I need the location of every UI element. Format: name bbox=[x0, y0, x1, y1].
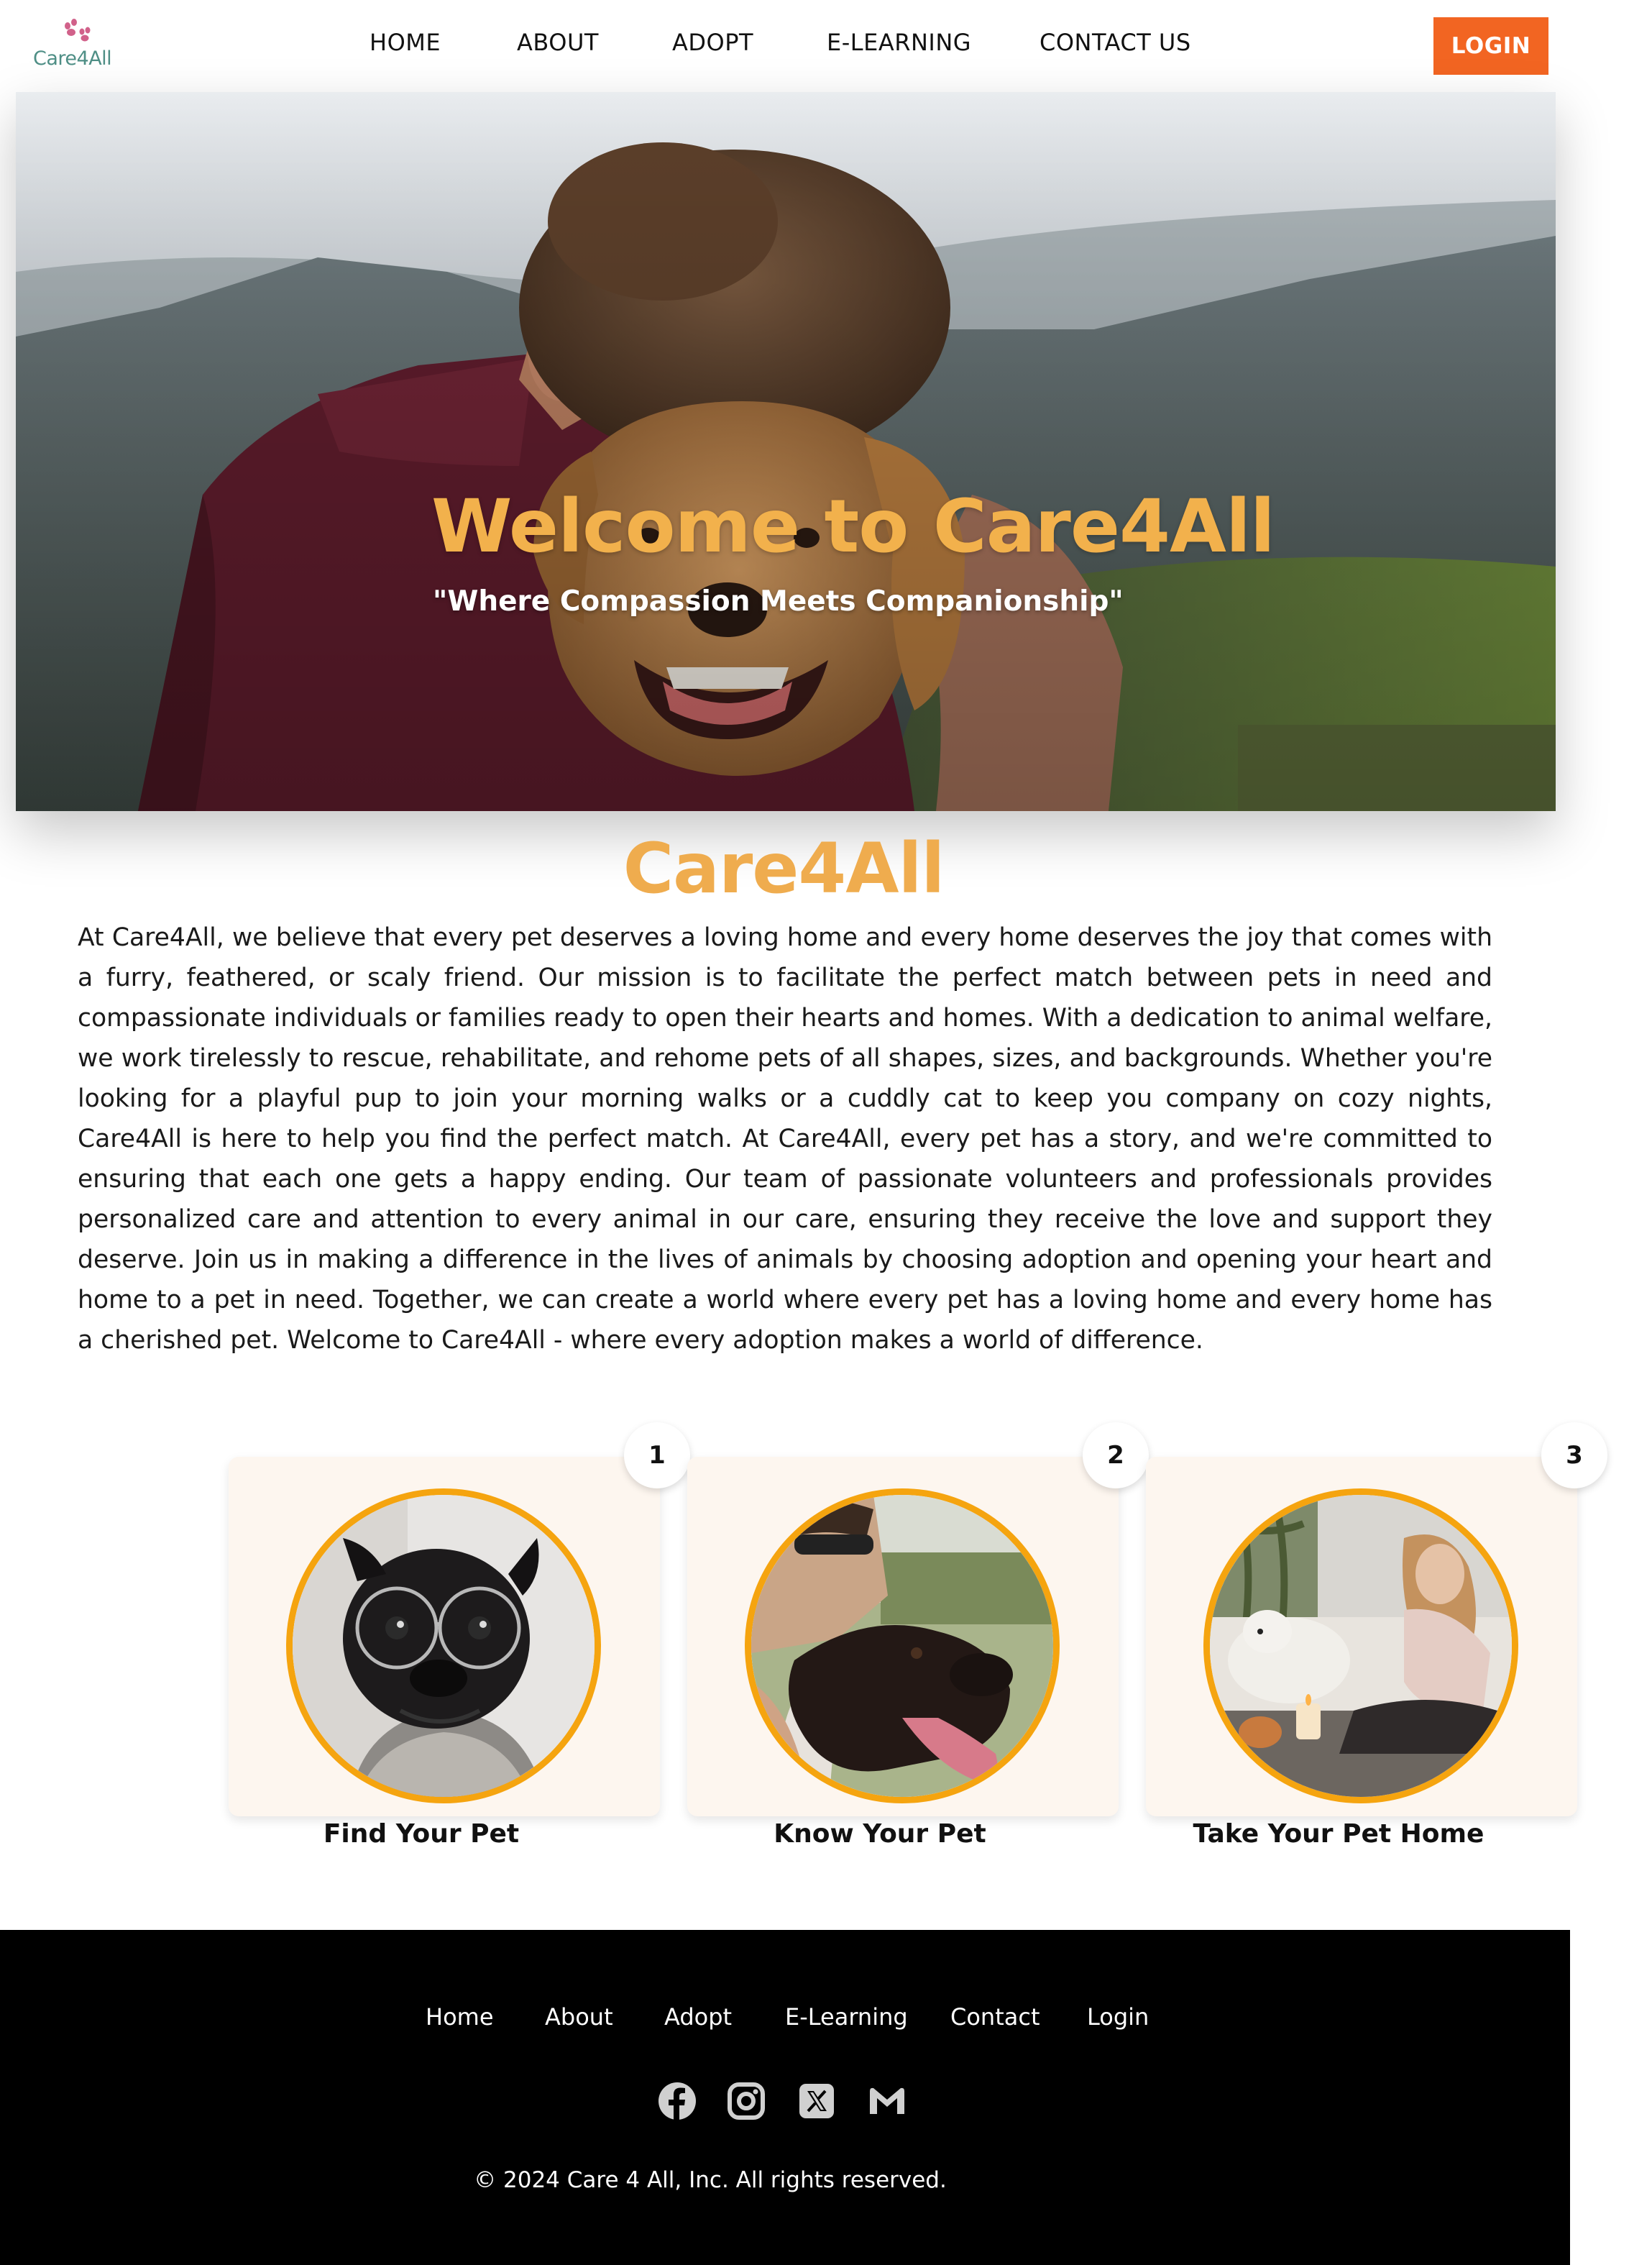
step-label-take-pet-home: Take Your Pet Home bbox=[1193, 1819, 1484, 1849]
nav-about[interactable]: ABOUT bbox=[517, 29, 599, 56]
footer-link-login[interactable]: Login bbox=[1087, 2003, 1149, 2031]
gmail-icon[interactable] bbox=[867, 2081, 907, 2121]
pet-home-image bbox=[1210, 1495, 1512, 1797]
footer-link-about[interactable]: About bbox=[545, 2003, 613, 2031]
step-image-labrador bbox=[745, 1488, 1060, 1803]
step-label-find-pet: Find Your Pet bbox=[323, 1819, 520, 1849]
hero-banner: Welcome to Care4All "Where Compassion Me… bbox=[16, 92, 1556, 811]
step-number-2: 2 bbox=[1083, 1422, 1149, 1488]
x-twitter-icon[interactable] bbox=[797, 2081, 837, 2121]
logo-text: Care4All bbox=[33, 47, 112, 70]
about-paragraph: At Care4All, we believe that every pet d… bbox=[78, 923, 1492, 1355]
step-image-pug bbox=[286, 1488, 601, 1803]
step-card-know-pet[interactable]: 2 bbox=[687, 1422, 1149, 1816]
step-card-find-pet[interactable]: 1 bbox=[229, 1422, 690, 1816]
step-image-pet-home bbox=[1203, 1488, 1518, 1803]
facebook-icon[interactable] bbox=[657, 2081, 697, 2121]
hero-subtitle: "Where Compassion Meets Companionship" bbox=[433, 585, 1124, 618]
nav-home[interactable]: HOME bbox=[370, 29, 441, 56]
about-title: Care4All bbox=[623, 828, 945, 909]
pug-image bbox=[293, 1495, 595, 1797]
nav-e-learning[interactable]: E-LEARNING bbox=[827, 29, 971, 56]
footer-link-adopt[interactable]: Adopt bbox=[664, 2003, 732, 2031]
footer-link-contact[interactable]: Contact bbox=[950, 2003, 1040, 2031]
footer-link-e-learning[interactable]: E-Learning bbox=[785, 2003, 908, 2031]
site-logo[interactable]: Care4All bbox=[33, 19, 119, 70]
step-number-1: 1 bbox=[624, 1422, 690, 1488]
step-label-know-pet: Know Your Pet bbox=[774, 1819, 986, 1849]
copyright-text: © 2024 Care 4 All, Inc. All rights reser… bbox=[474, 2167, 947, 2193]
login-button[interactable]: LOGIN bbox=[1433, 17, 1548, 75]
nav-contact-us[interactable]: CONTACT US bbox=[1040, 29, 1191, 56]
step-number-3: 3 bbox=[1541, 1422, 1607, 1488]
step-card-take-pet-home[interactable]: 3 bbox=[1146, 1422, 1607, 1816]
footer-link-home[interactable]: Home bbox=[426, 2003, 494, 2031]
paw-icon bbox=[65, 19, 91, 42]
site-footer: Home About Adopt E-Learning Contact Logi… bbox=[0, 1930, 1570, 2265]
site-header: Care4All HOME ABOUT ADOPT E-LEARNING CON… bbox=[0, 0, 1652, 92]
hero-title: Welcome to Care4All bbox=[431, 484, 1275, 569]
nav-adopt[interactable]: ADOPT bbox=[672, 29, 753, 56]
hero-image bbox=[16, 92, 1556, 811]
labrador-image bbox=[751, 1495, 1053, 1797]
instagram-icon[interactable] bbox=[726, 2081, 766, 2121]
